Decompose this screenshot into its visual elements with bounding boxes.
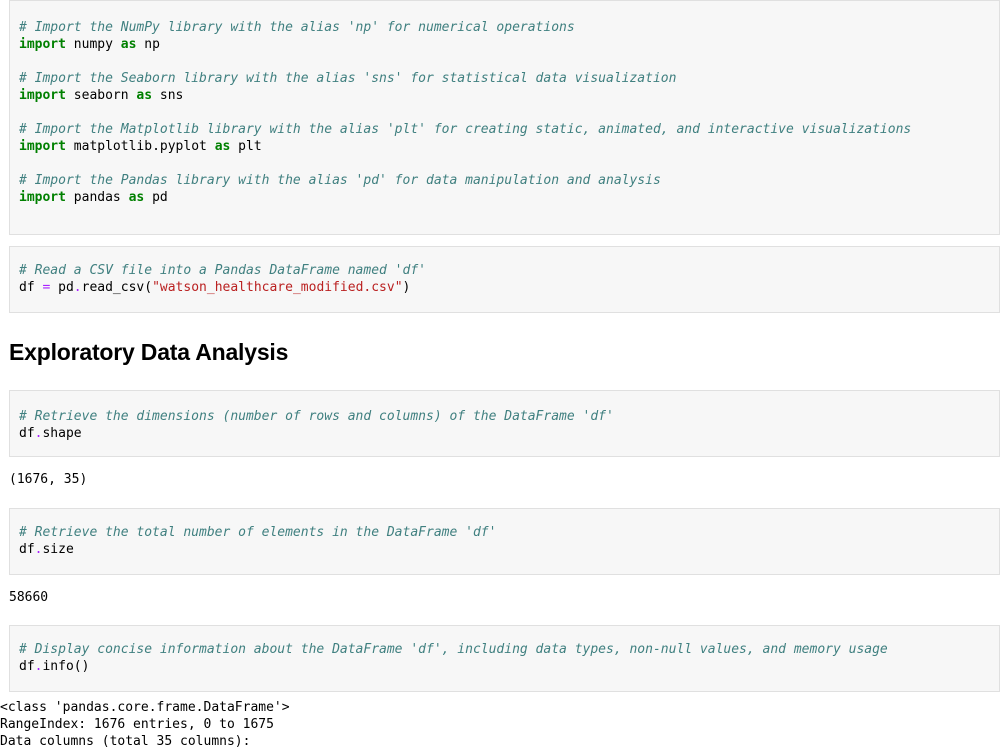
comment-pandas: # Import the Pandas library with the ali… [19,173,661,188]
function-read-csv: read_csv( [81,280,153,295]
code-cell-size[interactable]: # Retrieve the total number of elements … [9,508,1000,575]
keyword-import: import [19,190,66,205]
code-cell-imports[interactable]: # Import the NumPy library with the alia… [9,0,1000,235]
var-df: df [19,542,35,557]
string-filename: "watson_healthcare_modified.csv" [152,280,403,295]
code-cell-info[interactable]: # Display concise information about the … [9,625,1000,692]
keyword-as: as [120,37,137,52]
keyword-import: import [19,88,66,103]
module-pandas: pandas [73,190,121,205]
paren-close: ) [402,280,411,295]
module-numpy: numpy [73,37,113,52]
operator-assign: = [42,280,51,295]
var-df: df [19,659,35,674]
comment-numpy: # Import the NumPy library with the alia… [19,20,575,35]
comment-matplotlib: # Import the Matplotlib library with the… [19,122,912,137]
comment-read-csv: # Read a CSV file into a Pandas DataFram… [19,263,426,278]
alias-plt: plt [238,139,262,154]
function-info: info [42,659,74,674]
module-seaborn: seaborn [73,88,129,103]
alias-sns: sns [159,88,184,103]
output-info-line-2: RangeIndex: 1676 entries, 0 to 1675 [0,717,274,732]
code-cell-shape[interactable]: # Retrieve the dimensions (number of row… [9,390,1000,457]
module-pd: pd [58,280,74,295]
output-info-line-1: <class 'pandas.core.frame.DataFrame'> [0,700,290,715]
var-df: df [19,426,35,441]
attr-shape: shape [42,426,82,441]
output-shape: (1676, 35) [9,472,88,487]
code-cell-read-csv[interactable]: # Read a CSV file into a Pandas DataFram… [9,246,1000,313]
comment-shape: # Retrieve the dimensions (number of row… [19,409,614,424]
comment-seaborn: # Import the Seaborn library with the al… [19,71,677,86]
output-size: 58660 [9,590,49,605]
alias-np: np [144,37,160,52]
operator-dot: . [73,280,82,295]
parens: () [73,659,90,674]
section-heading: Exploratory Data Analysis [9,339,289,365]
alias-pd: pd [152,190,168,205]
attr-size: size [42,542,74,557]
keyword-as: as [214,139,231,154]
module-matplotlib: matplotlib.pyplot [73,139,207,154]
keyword-as: as [136,88,153,103]
keyword-import: import [19,37,66,52]
comment-info: # Display concise information about the … [19,642,888,657]
output-info-line-3: Data columns (total 35 columns): [0,734,251,749]
var-df: df [19,280,35,295]
comment-size: # Retrieve the total number of elements … [19,525,497,540]
keyword-import: import [19,139,66,154]
keyword-as: as [128,190,145,205]
